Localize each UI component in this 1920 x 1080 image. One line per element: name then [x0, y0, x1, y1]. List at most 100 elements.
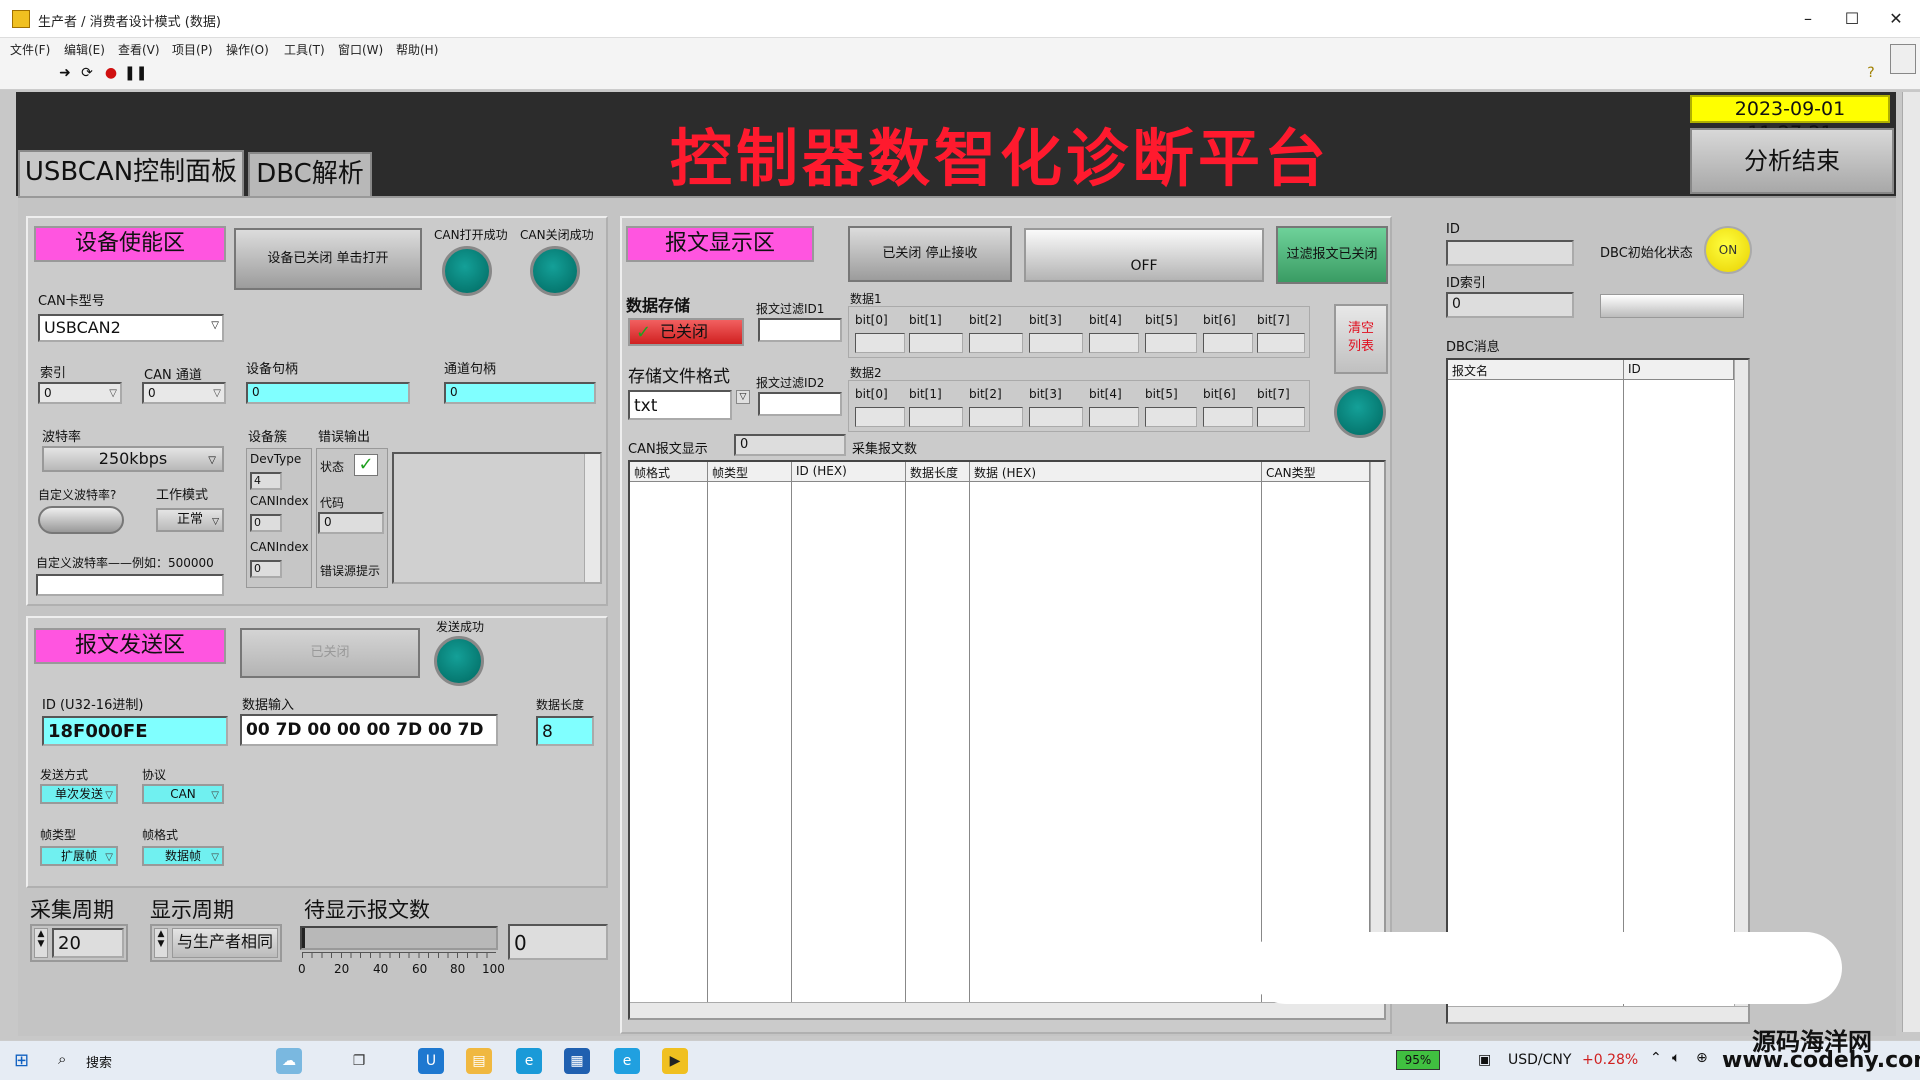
data-length-field[interactable]: 8 — [536, 716, 594, 746]
network-icon[interactable]: ⊕ — [1696, 1050, 1708, 1066]
work-mode-select[interactable]: 正常 ▽ — [156, 508, 224, 532]
column-header[interactable]: ID — [1624, 360, 1734, 380]
file-explorer-icon[interactable]: ▤ — [466, 1048, 492, 1074]
pending-slider-thumb[interactable] — [302, 928, 305, 948]
dbc-id-label: ID — [1446, 222, 1460, 237]
volume-icon[interactable]: 🔈︎ — [1672, 1050, 1680, 1066]
column-header[interactable]: 报文名 — [1448, 360, 1624, 380]
dbc-init-led: ON — [1704, 226, 1752, 274]
edge-icon[interactable]: e — [516, 1048, 542, 1074]
slider-tick-20: 20 — [334, 962, 350, 976]
tab-usbcan[interactable]: USBCAN控制面板 — [18, 150, 244, 196]
dbc-vertical-scrollbar[interactable] — [1734, 360, 1748, 1006]
tab-dbc[interactable]: DBC解析 — [248, 152, 372, 196]
dbc-status-bar — [1600, 294, 1744, 318]
labview-icon[interactable]: ▶ — [662, 1048, 688, 1074]
bit-cell — [1029, 407, 1083, 427]
taskbar-search[interactable]: 搜索 — [86, 1052, 112, 1071]
custom-baud-toggle[interactable] — [38, 506, 124, 534]
channel-select[interactable]: 0 — [142, 382, 226, 404]
column-header[interactable]: 帧类型 — [708, 462, 792, 482]
window-scrollbar[interactable] — [1902, 92, 1920, 1032]
column-header[interactable]: 数据 (HEX) — [970, 462, 1262, 482]
acq-period-input[interactable]: 20 — [52, 928, 124, 958]
acq-period-stepper[interactable]: ▲ ▼ — [34, 928, 48, 958]
chevron-down-icon[interactable]: ▽ — [736, 390, 750, 404]
protocol-label: 协议 — [142, 768, 167, 782]
send-button[interactable]: 已关闭 — [240, 628, 420, 678]
column-divider — [906, 482, 970, 1002]
bit-label: bit[6] — [1203, 387, 1236, 401]
menu-help[interactable]: 帮助(H) — [396, 41, 438, 58]
dbc-horizontal-scrollbar[interactable] — [1448, 1006, 1748, 1022]
run-arrow-icon[interactable]: ➜ — [56, 64, 74, 82]
help-icon[interactable]: ? — [1862, 64, 1880, 82]
id-index-field: 0 — [1446, 292, 1574, 318]
bit-label: bit[2] — [969, 387, 1002, 401]
send-mode-select[interactable]: 单次发送 — [40, 784, 118, 804]
card-type-select[interactable]: USBCAN2 ▽ — [38, 314, 224, 342]
disp-period-stepper[interactable]: ▲ ▼ — [154, 928, 168, 958]
clear-list-button[interactable]: 清空 列表 — [1334, 304, 1388, 374]
chevron-up-icon[interactable]: ⌃ — [1650, 1050, 1662, 1066]
task-view-icon[interactable]: ❐ — [346, 1048, 372, 1074]
weather-icon[interactable]: ☁ — [276, 1048, 302, 1074]
id-input[interactable]: 18F000FE — [42, 716, 228, 746]
bit-cell — [969, 407, 1023, 427]
device-toggle-button[interactable]: 设备已关闭 单击打开 — [234, 228, 422, 290]
run-continuous-icon[interactable]: ⟳ — [78, 64, 96, 82]
filter-id2-input[interactable] — [758, 392, 842, 416]
bit-cell — [909, 407, 963, 427]
column-header[interactable]: CAN类型 — [1262, 462, 1370, 482]
ie-icon[interactable]: e — [614, 1048, 640, 1074]
abort-icon[interactable]: ● — [102, 64, 120, 82]
filter-id1-input[interactable] — [758, 318, 842, 342]
search-icon[interactable]: ⌕ — [58, 1050, 66, 1068]
column-header[interactable]: 数据长度 — [906, 462, 970, 482]
end-analysis-button[interactable]: 分析结束 — [1690, 128, 1894, 194]
menu-tools[interactable]: 工具(T) — [284, 41, 325, 58]
protocol-select[interactable]: CAN — [142, 784, 224, 804]
watermark-url: www.codehy.com — [1722, 1048, 1920, 1073]
data-input[interactable]: 00 7D 00 00 00 7D 00 7D — [240, 714, 498, 746]
currency-icon: ▣ — [1478, 1052, 1492, 1068]
receive-toggle-button[interactable]: 已关闭 停止接收 — [848, 226, 1012, 282]
off-switch[interactable]: OFF — [1024, 228, 1264, 282]
app-icon[interactable]: U — [418, 1048, 444, 1074]
menu-window[interactable]: 窗口(W) — [338, 41, 383, 58]
menu-file[interactable]: 文件(F) — [10, 41, 50, 58]
menu-operate[interactable]: 操作(O) — [226, 41, 269, 58]
dbc-message-table[interactable]: 报文名 ID — [1446, 358, 1750, 1024]
baud-select[interactable]: 250kbps ▽ — [42, 446, 224, 472]
column-header[interactable]: ID (HEX) — [792, 462, 906, 482]
menu-project[interactable]: 项目(P) — [172, 41, 213, 58]
error-scrollbar[interactable] — [584, 454, 600, 582]
index-select[interactable]: 0 — [38, 382, 122, 404]
column-header[interactable]: 帧格式 — [630, 462, 708, 482]
menu-bar: 文件(F) 编辑(E) 查看(V) 项目(P) 操作(O) 工具(T) 窗口(W… — [0, 38, 1920, 60]
menu-view[interactable]: 查看(V) — [118, 41, 160, 58]
table-horizontal-scrollbar[interactable] — [630, 1002, 1384, 1018]
custom-baud-question: 自定义波特率? — [38, 488, 117, 502]
file-format-select[interactable]: txt — [628, 390, 732, 420]
error-output-label: 错误输出 — [318, 430, 371, 445]
custom-baud-input[interactable] — [36, 574, 224, 596]
table-vertical-scrollbar[interactable] — [1370, 462, 1384, 1002]
send-mode-label: 发送方式 — [40, 768, 89, 782]
disp-period-select[interactable]: 与生产者相同 — [172, 928, 278, 958]
windows-start-icon[interactable]: ⊞ — [14, 1050, 29, 1071]
pending-slider[interactable] — [300, 926, 498, 950]
close-button[interactable]: ✕ — [1876, 6, 1916, 32]
frame-format-select[interactable]: 数据帧 — [142, 846, 224, 866]
frame-type-select[interactable]: 扩展帧 — [40, 846, 118, 866]
store-icon[interactable]: ▦ — [564, 1048, 590, 1074]
menu-edit[interactable]: 编辑(E) — [64, 41, 105, 58]
maximize-button[interactable]: ☐ — [1832, 6, 1872, 32]
filter-toggle-button[interactable]: 过滤报文已关闭 — [1276, 226, 1388, 284]
chevron-down-icon: ▽ — [208, 455, 216, 466]
minimize-button[interactable]: – — [1788, 6, 1828, 32]
error-source-textbox[interactable] — [392, 452, 602, 584]
currency-pair[interactable]: USD/CNY — [1508, 1052, 1571, 1068]
pause-icon[interactable]: ❚❚ — [124, 64, 147, 82]
bit-cell — [969, 333, 1023, 353]
